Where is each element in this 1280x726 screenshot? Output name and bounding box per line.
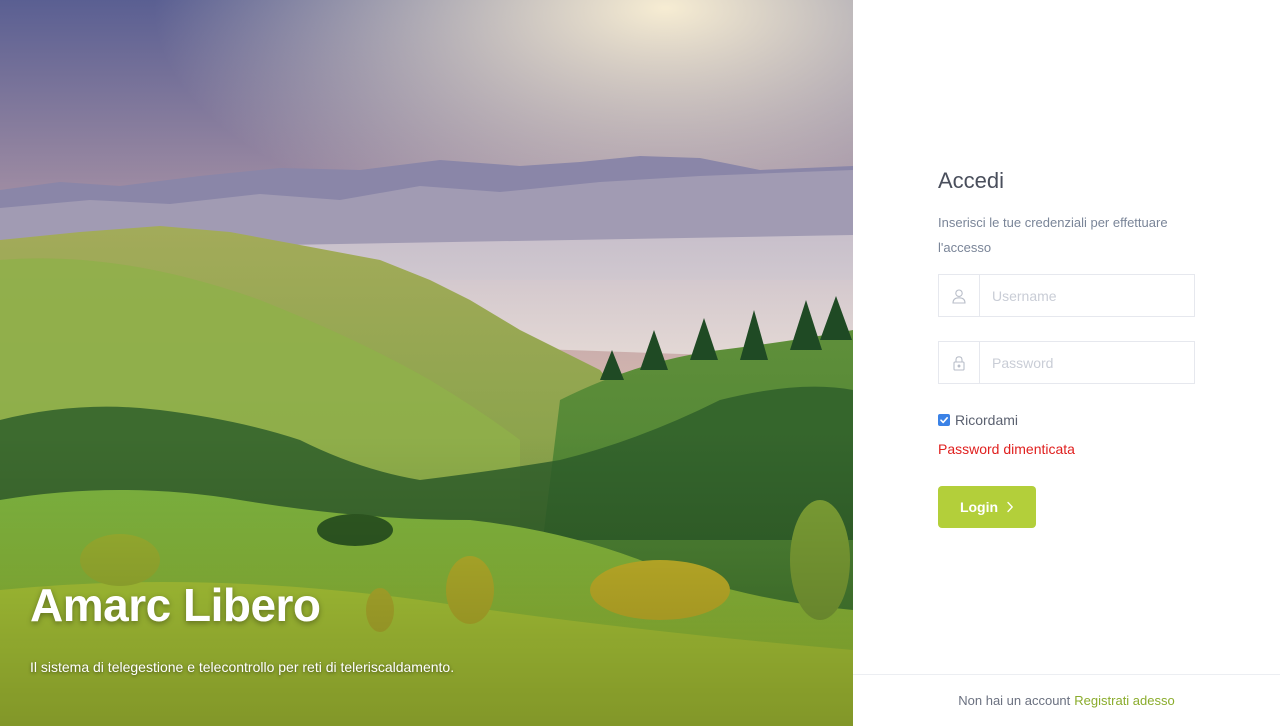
forgot-password-link[interactable]: Password dimenticata	[938, 440, 1075, 458]
register-link[interactable]: Registrati adesso	[1074, 693, 1174, 708]
check-icon	[940, 417, 948, 424]
chevron-right-icon	[1007, 501, 1014, 513]
login-button-label: Login	[959, 499, 999, 515]
signup-footer: Non hai un account Registrati adesso	[853, 674, 1280, 726]
login-title: Accedi	[938, 168, 1005, 193]
password-field-group	[938, 341, 1195, 384]
brand-title: Amarc Libero	[30, 579, 321, 631]
login-panel: Accedi Inserisci le tue credenziali per …	[853, 0, 1280, 726]
lock-icon	[939, 342, 980, 383]
login-button[interactable]: Login	[938, 486, 1036, 528]
hero-panel: Amarc Libero Il sistema di telegestione …	[0, 0, 853, 726]
remember-label: Ricordami	[955, 412, 1019, 428]
password-input[interactable]	[980, 342, 1194, 383]
login-description: Inserisci le tue credenziali per effettu…	[938, 215, 1168, 255]
remember-checkbox[interactable]	[938, 414, 950, 426]
login-page: Amarc Libero Il sistema di telegestione …	[0, 0, 1280, 726]
brand-tagline: Il sistema di telegestione e telecontrol…	[30, 659, 455, 675]
username-field-group	[938, 274, 1195, 317]
username-input[interactable]	[980, 275, 1194, 316]
signup-prompt: Non hai un account	[958, 693, 1071, 708]
user-icon	[939, 275, 980, 316]
remember-me[interactable]: Ricordami	[938, 411, 1195, 429]
login-form: Accedi Inserisci le tue credenziali per …	[938, 166, 1195, 528]
